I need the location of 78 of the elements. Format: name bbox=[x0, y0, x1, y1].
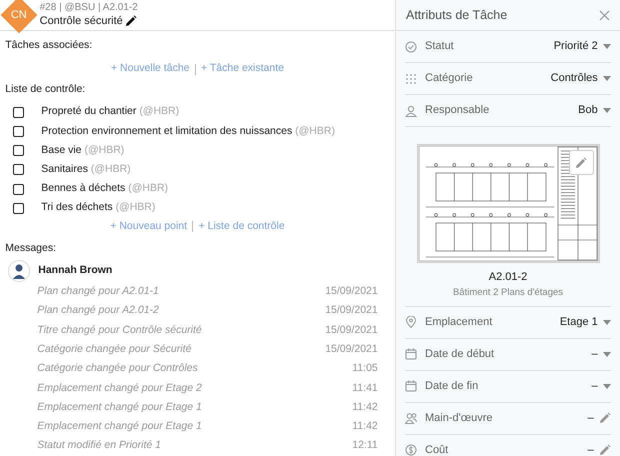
section-label: Liste de contrôle: bbox=[5, 82, 86, 97]
plan-description: Bâtiment 2 Plans d'étages bbox=[452, 286, 564, 300]
close-button[interactable] bbox=[599, 10, 610, 20]
message-text: Plan changé pour A2.01-2 bbox=[37, 303, 159, 318]
attribute-dropdown[interactable]: Contrôles bbox=[550, 70, 611, 87]
attribute-dropdown[interactable]: Etage 1 bbox=[560, 314, 611, 330]
calendar-icon bbox=[405, 348, 417, 360]
message-text: Plan changé pour A2.01-1 bbox=[37, 284, 159, 300]
attribute-field[interactable]: – bbox=[588, 410, 611, 426]
message-time: 15/09/2021 bbox=[325, 284, 378, 300]
checkbox[interactable] bbox=[13, 106, 24, 118]
checklist-item: Bennes à déchets (@HBR) bbox=[41, 181, 168, 196]
pencil-icon bbox=[575, 156, 587, 168]
checkbox[interactable] bbox=[13, 145, 24, 156]
author-name: Hannah Brown bbox=[38, 263, 112, 278]
message-time: 11:41 bbox=[352, 380, 378, 396]
message-text: Catégorie changée pour Sécurité bbox=[37, 342, 192, 357]
attribute-label: Date de début bbox=[425, 347, 494, 362]
attribute-label: Emplacement bbox=[425, 315, 492, 330]
message-text: Statut modifié en Priorité 1 bbox=[37, 438, 161, 454]
pencil-icon bbox=[599, 412, 611, 424]
person-icon bbox=[405, 104, 417, 116]
people-icon bbox=[405, 412, 417, 424]
attribute-label: Date de fin bbox=[425, 379, 478, 394]
checkbox[interactable] bbox=[13, 126, 24, 137]
checkbox[interactable] bbox=[13, 164, 24, 176]
attribute-label: Catégorie bbox=[425, 71, 473, 86]
checklist-item: Sanitaires (@HBR) bbox=[41, 162, 131, 177]
checkbox[interactable] bbox=[13, 202, 24, 214]
caret-icon bbox=[603, 108, 611, 113]
message-time: 11:42 bbox=[352, 419, 378, 434]
attribute-field[interactable]: – bbox=[588, 442, 611, 456]
caret-icon bbox=[603, 320, 611, 325]
section-label: Tâches associées: bbox=[5, 38, 94, 54]
message-time: 12:11 bbox=[352, 438, 378, 454]
task-meta: #28 | @BSU | A2.01-2 bbox=[40, 2, 138, 14]
message-text: Catégorie changée pour Contrôles bbox=[37, 361, 198, 376]
panel-title: Attributs de Tâche bbox=[406, 6, 508, 24]
check-circle-icon bbox=[405, 40, 417, 52]
location-pin-icon bbox=[405, 316, 417, 328]
attribute-label: Responsable bbox=[425, 103, 490, 118]
attribute-label: Main-d'œuvre bbox=[425, 411, 493, 426]
caret-icon bbox=[603, 352, 611, 357]
avatar-initials: CN bbox=[11, 8, 27, 23]
attribute-dropdown[interactable]: Bob bbox=[578, 102, 611, 119]
message-text: Emplacement changé pour Etage 1 bbox=[37, 400, 202, 415]
message-text: Titre changé pour Contrôle sécurité bbox=[37, 322, 202, 338]
message-time: 15/09/2021 bbox=[325, 342, 378, 357]
checklist-item: Tri des déchets (@HBR) bbox=[41, 200, 156, 216]
checkbox[interactable] bbox=[13, 184, 24, 195]
message-time: 11:42 bbox=[352, 400, 378, 415]
pencil-icon[interactable] bbox=[125, 15, 138, 28]
caret-icon bbox=[603, 384, 611, 389]
attribute-dropdown[interactable]: – bbox=[592, 346, 611, 362]
calendar-icon bbox=[405, 380, 417, 392]
message-time: 15/09/2021 bbox=[325, 322, 378, 338]
edit-button[interactable] bbox=[568, 150, 594, 175]
caret-icon bbox=[603, 44, 611, 49]
close-icon bbox=[599, 10, 610, 20]
checklist-item: Protection environnement et limitation des nuissances (@HBR) bbox=[41, 124, 335, 139]
checklist-item: Propreté du chantier (@HBR) bbox=[41, 104, 180, 120]
attribute-label: Coût bbox=[425, 443, 448, 456]
avatar-silhouette bbox=[8, 260, 30, 282]
section-label: Messages: bbox=[5, 240, 58, 256]
dollar-icon bbox=[405, 444, 417, 456]
caret-icon bbox=[603, 76, 611, 81]
message-time: 15/09/2021 bbox=[325, 303, 378, 318]
attribute-label: Statut bbox=[425, 39, 454, 54]
message-time: 11:05 bbox=[352, 361, 378, 376]
attribute-dropdown[interactable]: – bbox=[592, 378, 611, 394]
message-text: Emplacement changé pour Etage 2 bbox=[37, 380, 202, 396]
pencil-icon bbox=[599, 444, 611, 456]
task-title: Contrôle sécurité bbox=[40, 14, 123, 28]
attribute-dropdown[interactable]: Priorité 2 bbox=[554, 38, 611, 55]
grid-icon bbox=[405, 72, 417, 84]
message-text: Emplacement changé pour Etage 1 bbox=[37, 419, 202, 434]
checklist-item: Base vie (@HBR) bbox=[41, 142, 124, 158]
plan-code: A2.01-2 bbox=[488, 270, 528, 285]
